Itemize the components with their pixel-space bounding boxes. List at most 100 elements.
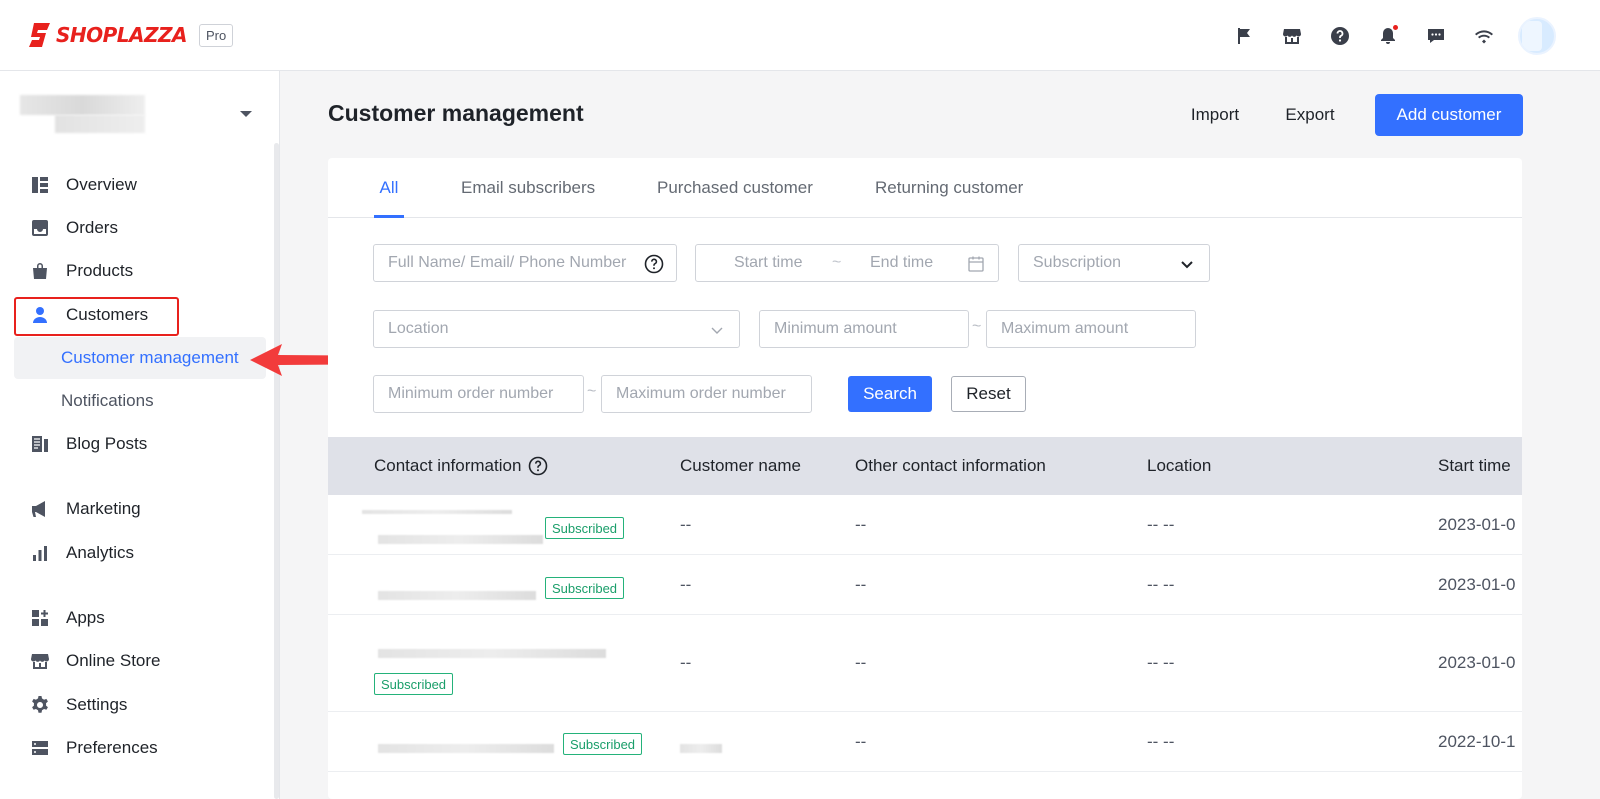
status-badge: Subscribed bbox=[545, 517, 625, 539]
search-placeholder: Full Name/ Email/ Phone Number bbox=[388, 254, 627, 271]
help-icon[interactable] bbox=[1316, 16, 1364, 56]
sidebar-item-products[interactable]: Products bbox=[14, 251, 266, 291]
status-badge: Subscribed bbox=[545, 577, 625, 599]
sidebar-item-label: Analytics bbox=[66, 543, 135, 562]
min-order-number-input[interactable]: Minimum order number bbox=[373, 375, 584, 413]
contact-redacted bbox=[362, 510, 512, 514]
filter-tabs: All Email subscribers Purchased customer… bbox=[328, 158, 1522, 218]
location-cell: -- -- bbox=[1147, 732, 1175, 751]
avatar[interactable] bbox=[1518, 17, 1556, 55]
max-amount-placeholder: Maximum amount bbox=[1001, 320, 1129, 337]
range-separator: ~ bbox=[972, 318, 982, 335]
plan-badge: Pro bbox=[199, 23, 234, 47]
location-value: Location bbox=[388, 320, 449, 337]
customer-name-cell: -- bbox=[680, 653, 692, 672]
tab-all[interactable]: All bbox=[374, 158, 404, 218]
sidebar-item-online-store[interactable]: Online Store bbox=[14, 641, 266, 681]
sidebar-scrollbar[interactable] bbox=[274, 143, 279, 799]
sidebar-item-label: Marketing bbox=[66, 499, 141, 518]
sidebar-item-label: Blog Posts bbox=[66, 434, 148, 453]
start-time-field[interactable]: Start time bbox=[734, 254, 802, 272]
start-time-cell: 2023-01-0 bbox=[1438, 515, 1516, 534]
flag-icon[interactable] bbox=[1220, 16, 1268, 56]
tab-returning-customer[interactable]: Returning customer bbox=[875, 158, 1023, 218]
sidebar-item-settings[interactable]: Settings bbox=[14, 685, 266, 725]
sidebar-item-preferences[interactable]: Preferences bbox=[14, 728, 266, 768]
brand-name: SHOPLAZZA bbox=[56, 23, 188, 47]
table-row[interactable]: Subscribed -- -- -- 2022-10-1 bbox=[328, 712, 1522, 772]
customer-name-cell: -- bbox=[680, 515, 692, 534]
store-icon[interactable] bbox=[1268, 16, 1316, 56]
other-contact-cell: -- bbox=[855, 653, 867, 672]
brand-logo[interactable]: SHOPLAZZA Pro bbox=[28, 22, 234, 48]
column-header-start-time[interactable]: Start time bbox=[1438, 437, 1511, 495]
max-order-number-input[interactable]: Maximum order number bbox=[601, 375, 812, 413]
search-input[interactable]: Full Name/ Email/ Phone Number bbox=[373, 244, 677, 282]
sidebar-item-orders[interactable]: Orders bbox=[14, 208, 266, 248]
column-header-customer-name[interactable]: Customer name bbox=[680, 437, 801, 495]
start-time-cell: 2022-10-1 bbox=[1438, 732, 1516, 751]
bell-icon[interactable] bbox=[1364, 16, 1412, 56]
location-select[interactable]: Location bbox=[373, 310, 740, 348]
table-row[interactable]: Subscribed -- -- -- -- 2023-01-0 bbox=[328, 495, 1522, 555]
chevron-down-icon bbox=[711, 327, 723, 334]
add-customer-button[interactable]: Add customer bbox=[1375, 94, 1523, 136]
sidebar-item-label: Orders bbox=[66, 218, 118, 237]
sidebar-subitem-customer-management[interactable]: Customer management bbox=[14, 337, 266, 379]
blog-icon bbox=[28, 432, 52, 456]
end-time-field[interactable]: End time bbox=[870, 254, 933, 272]
location-cell: -- -- bbox=[1147, 653, 1175, 672]
overview-icon bbox=[28, 173, 52, 197]
chat-icon[interactable] bbox=[1412, 16, 1460, 56]
sidebar-item-label: Products bbox=[66, 261, 134, 280]
online-store-icon bbox=[28, 649, 52, 673]
max-amount-input[interactable]: Maximum amount bbox=[986, 310, 1196, 348]
start-time-cell: 2023-01-0 bbox=[1438, 653, 1516, 672]
store-selector[interactable] bbox=[20, 95, 258, 137]
column-header-contact: Contact information bbox=[374, 437, 548, 495]
other-contact-cell: -- bbox=[855, 575, 867, 594]
export-button[interactable]: Export bbox=[1270, 94, 1350, 136]
sidebar-item-apps[interactable]: Apps bbox=[14, 598, 266, 638]
tab-email-subscribers[interactable]: Email subscribers bbox=[461, 158, 595, 218]
sidebar-subitem-notifications[interactable]: Notifications bbox=[14, 380, 266, 422]
table-row[interactable]: Subscribed -- -- -- -- 2023-01-0 bbox=[328, 555, 1522, 615]
sidebar-item-analytics[interactable]: Analytics bbox=[14, 533, 266, 573]
status-badge: Subscribed bbox=[563, 733, 643, 755]
help-icon[interactable] bbox=[528, 456, 548, 476]
store-name-redacted bbox=[20, 95, 145, 115]
column-header-location[interactable]: Location bbox=[1147, 437, 1211, 495]
contact-redacted bbox=[378, 591, 536, 600]
table-header: Contact information Customer name Other … bbox=[328, 437, 1522, 495]
page-title: Customer management bbox=[328, 100, 584, 126]
reset-button[interactable]: Reset bbox=[951, 376, 1026, 412]
import-button[interactable]: Import bbox=[1175, 94, 1255, 136]
contact-redacted bbox=[378, 744, 554, 753]
shoplazza-logo-icon bbox=[29, 23, 50, 47]
location-cell: -- -- bbox=[1147, 575, 1175, 594]
customer-name-cell: -- bbox=[680, 575, 692, 594]
sidebar-item-overview[interactable]: Overview bbox=[14, 165, 266, 205]
sidebar-item-label: Overview bbox=[66, 175, 137, 194]
orders-icon bbox=[28, 216, 52, 240]
min-amount-placeholder: Minimum amount bbox=[774, 320, 897, 337]
contact-redacted bbox=[378, 649, 606, 658]
status-badge: Subscribed bbox=[374, 673, 454, 695]
annotation-highlight-box bbox=[14, 297, 179, 336]
search-button[interactable]: Search bbox=[848, 376, 932, 412]
tab-purchased-customer[interactable]: Purchased customer bbox=[657, 158, 813, 218]
min-amount-input[interactable]: Minimum amount bbox=[759, 310, 969, 348]
subscription-value: Subscription bbox=[1033, 254, 1122, 271]
column-header-other-contact[interactable]: Other contact information bbox=[855, 437, 1046, 495]
date-range-picker[interactable]: Start time ~ End time bbox=[695, 244, 999, 282]
customer-name-redacted bbox=[680, 744, 722, 753]
products-icon bbox=[28, 259, 52, 283]
sidebar-item-blog-posts[interactable]: Blog Posts bbox=[14, 424, 266, 464]
wifi-icon[interactable] bbox=[1460, 16, 1508, 56]
range-separator: ~ bbox=[587, 383, 597, 400]
sidebar-item-marketing[interactable]: Marketing bbox=[14, 489, 266, 529]
help-icon[interactable] bbox=[644, 254, 664, 274]
subscription-select[interactable]: Subscription bbox=[1018, 244, 1210, 282]
table-row[interactable]: Subscribed -- -- -- -- 2023-01-0 bbox=[328, 615, 1522, 712]
contact-redacted bbox=[378, 535, 543, 544]
